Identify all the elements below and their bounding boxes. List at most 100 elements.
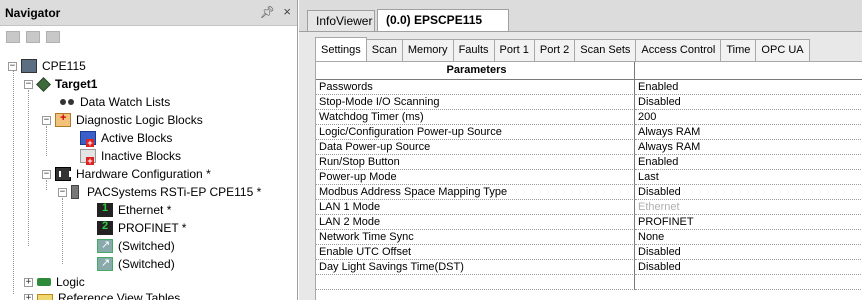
parameter-value[interactable]: Enabled: [635, 80, 862, 95]
tree-line: [46, 126, 47, 156]
tree-item-profinet[interactable]: PROFINET *: [97, 219, 186, 237]
collapse-icon[interactable]: −: [24, 79, 33, 89]
tab-scan-sets[interactable]: Scan Sets: [574, 39, 637, 61]
close-icon[interactable]: ×: [283, 4, 291, 19]
table-row[interactable]: Watchdog Timer (ms) 200: [316, 110, 862, 125]
navigator-toolbar: [0, 26, 297, 48]
tree-item-data-watch-lists[interactable]: Data Watch Lists: [59, 93, 170, 111]
collapse-icon[interactable]: −: [42, 169, 51, 179]
tree-item-diagnostic-logic-blocks[interactable]: − Diagnostic Logic Blocks: [42, 111, 203, 129]
table-row[interactable]: LAN 1 Mode Ethernet: [316, 200, 862, 215]
editor-pane: InfoViewer (0.0) EPSCPE115 Settings Scan…: [299, 0, 862, 300]
tree-label: Ethernet *: [118, 203, 172, 217]
collapse-icon[interactable]: −: [8, 61, 17, 71]
tab-memory[interactable]: Memory: [401, 39, 454, 61]
navigator-header: Navigator 📌︎ ×: [0, 0, 297, 26]
tab-infoviewer[interactable]: InfoViewer: [307, 10, 375, 31]
tree-label: Logic: [56, 275, 85, 289]
grid-header: Parameters: [316, 62, 862, 80]
tree-label: Target1: [55, 77, 98, 91]
parameter-name: [316, 275, 635, 290]
parameter-value[interactable]: Disabled: [635, 245, 862, 260]
table-row[interactable]: Enable UTC Offset Disabled: [316, 245, 862, 260]
parameter-name: LAN 1 Mode: [316, 200, 635, 215]
tab-divider: [299, 31, 862, 32]
tree-item-switched-1[interactable]: (Switched): [97, 237, 175, 255]
glasses-icon: [59, 95, 75, 109]
parameter-name: Run/Stop Button: [316, 155, 635, 170]
toolbar-properties-icon[interactable]: [26, 31, 40, 43]
tab-access-control[interactable]: Access Control: [635, 39, 722, 61]
table-row[interactable]: Network Time Sync None: [316, 230, 862, 245]
switched-port-icon: [97, 256, 113, 271]
tree-item-target1[interactable]: − Target1: [24, 75, 97, 93]
parameter-name: Data Power-up Source: [316, 140, 635, 155]
tab-opc-ua[interactable]: OPC UA: [755, 39, 810, 61]
parameter-value[interactable]: Disabled: [635, 185, 862, 200]
tree-label: (Switched): [118, 239, 175, 253]
tree-label: (Switched): [118, 257, 175, 271]
expand-icon[interactable]: +: [24, 277, 33, 287]
tree-item-ethernet[interactable]: Ethernet *: [97, 201, 171, 219]
tree-label: PROFINET *: [118, 221, 187, 235]
parameter-value[interactable]: Disabled: [635, 260, 862, 275]
expand-icon[interactable]: +: [24, 293, 33, 300]
parameter-value[interactable]: Always RAM: [635, 140, 862, 155]
tab-epscpe115[interactable]: (0.0) EPSCPE115: [377, 9, 509, 31]
table-row[interactable]: Data Power-up Source Always RAM: [316, 140, 862, 155]
parameter-value[interactable]: Disabled: [635, 95, 862, 110]
collapse-icon[interactable]: −: [58, 187, 67, 197]
parameter-name: Day Light Savings Time(DST): [316, 260, 635, 275]
table-row[interactable]: LAN 2 Mode PROFINET: [316, 215, 862, 230]
table-row[interactable]: Logic/Configuration Power-up Source Alwa…: [316, 125, 862, 140]
pin-icon[interactable]: 📌︎: [260, 5, 275, 19]
parameter-value[interactable]: Enabled: [635, 155, 862, 170]
tree-label: Data Watch Lists: [80, 95, 171, 109]
parameter-name: Stop-Mode I/O Scanning: [316, 95, 635, 110]
tab-time[interactable]: Time: [720, 39, 757, 61]
tree-item-inactive-blocks[interactable]: Inactive Blocks: [80, 147, 181, 165]
parameter-name: Network Time Sync: [316, 230, 635, 245]
parameters-grid: Parameters Passwords Enabled Stop-Mode I…: [315, 61, 862, 300]
tree-item-cpe115[interactable]: − CPE115: [8, 57, 86, 75]
tab-faults[interactable]: Faults: [452, 39, 495, 61]
inactive-blocks-icon: [80, 149, 96, 165]
toolbar-grid-icon[interactable]: [6, 31, 20, 43]
tree-label: Inactive Blocks: [101, 149, 182, 163]
tree-label: Active Blocks: [101, 131, 173, 145]
parameter-value[interactable]: Last: [635, 170, 862, 185]
table-row[interactable]: Day Light Savings Time(DST) Disabled: [316, 260, 862, 275]
tree-item-hardware-configuration[interactable]: − Hardware Configuration *: [42, 165, 211, 183]
table-row[interactable]: Power-up Mode Last: [316, 170, 862, 185]
tree-item-reference-view-tables[interactable]: + Reference View Tables: [24, 289, 180, 300]
table-row[interactable]: Run/Stop Button Enabled: [316, 155, 862, 170]
tree-label: Reference View Tables: [58, 291, 181, 300]
tab-port-1[interactable]: Port 1: [493, 39, 535, 61]
hardware-icon: [55, 167, 71, 181]
parameter-value[interactable]: 200: [635, 110, 862, 125]
parameter-value[interactable]: None: [635, 230, 862, 245]
collapse-icon[interactable]: −: [42, 115, 51, 125]
table-row[interactable]: Modbus Address Space Mapping Type Disabl…: [316, 185, 862, 200]
table-row[interactable]: Stop-Mode I/O Scanning Disabled: [316, 95, 862, 110]
parameter-name: LAN 2 Mode: [316, 215, 635, 230]
parameter-name: Logic/Configuration Power-up Source: [316, 125, 635, 140]
tab-port-2[interactable]: Port 2: [533, 39, 576, 61]
tree-item-switched-2[interactable]: (Switched): [97, 255, 175, 273]
navigator-panel: Navigator 📌︎ × − CPE115 − Target1 Data W…: [0, 0, 298, 300]
logic-icon: [37, 278, 51, 286]
parameter-value[interactable]: Always RAM: [635, 125, 862, 140]
parameter-name: Modbus Address Space Mapping Type: [316, 185, 635, 200]
tree-line: [13, 64, 14, 294]
parameter-name: Passwords: [316, 80, 635, 95]
toolbar-view-icon[interactable]: [46, 31, 60, 43]
ethernet-port-icon: [97, 202, 113, 217]
parameter-value[interactable]: PROFINET: [635, 215, 862, 230]
parameter-name: Power-up Mode: [316, 170, 635, 185]
table-row[interactable]: Passwords Enabled: [316, 80, 862, 95]
tree-item-active-blocks[interactable]: Active Blocks: [80, 129, 172, 147]
tab-scan[interactable]: Scan: [365, 39, 403, 61]
active-blocks-icon: [80, 131, 96, 147]
tree-item-rack[interactable]: − PACSystems RSTi-EP CPE115 *: [58, 183, 261, 201]
tab-settings[interactable]: Settings: [315, 37, 367, 61]
